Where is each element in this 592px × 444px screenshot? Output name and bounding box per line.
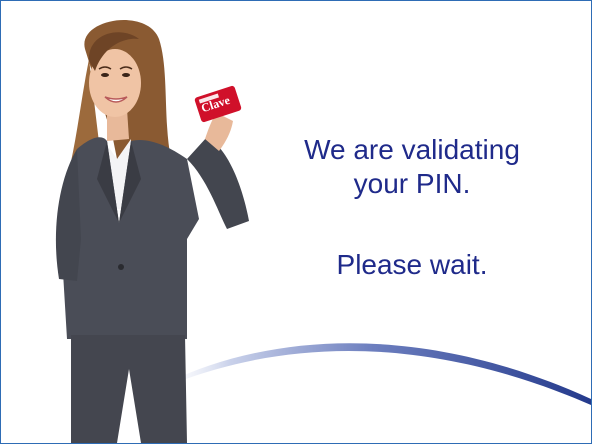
pin-validation-screen: Clave We are validating your PIN. Please… xyxy=(0,0,592,444)
woman-holding-card-illustration xyxy=(55,20,249,443)
message-line-1: We are validating xyxy=(304,134,520,165)
message-line-2: your PIN. xyxy=(353,168,471,199)
validation-message: We are validating your PIN. xyxy=(263,133,561,201)
please-wait-text: Please wait. xyxy=(336,249,488,280)
